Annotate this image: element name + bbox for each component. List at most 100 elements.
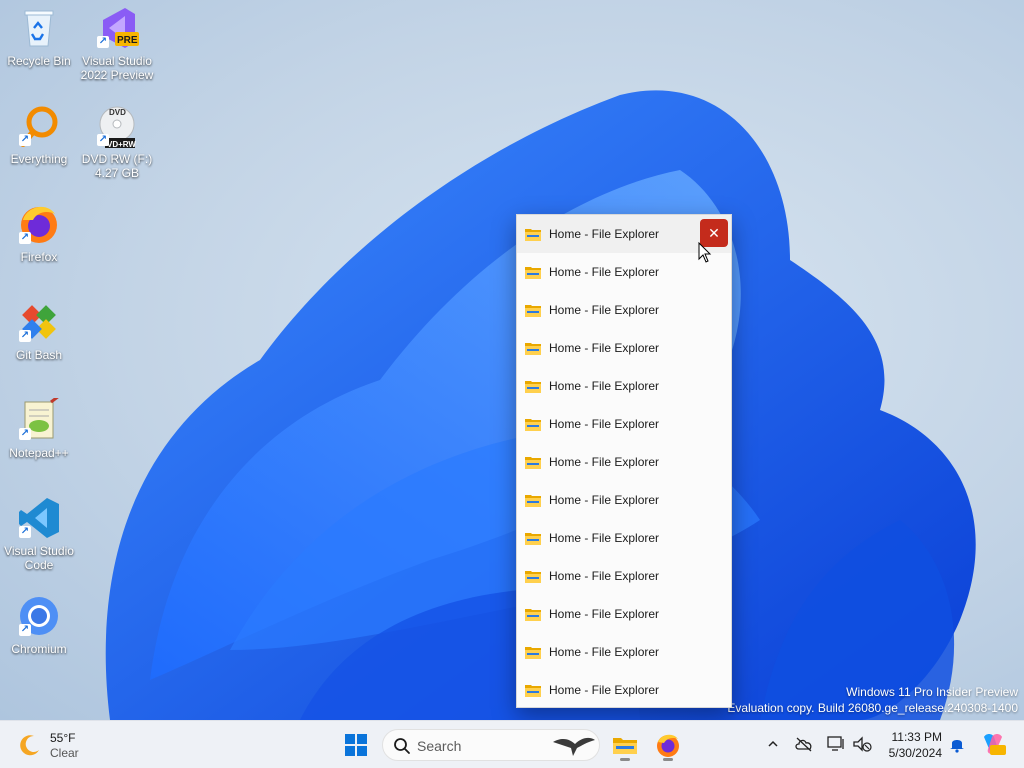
- taskbar: 55°F Clear Search 11:33 PM 5/30/2024: [0, 720, 1024, 768]
- desktop-icon-git-bash[interactable]: ↗ Git Bash: [0, 300, 78, 362]
- window-list-item[interactable]: Home - File Explorer: [517, 291, 731, 329]
- shortcut-arrow-icon: ↗: [19, 428, 31, 440]
- notification-bell-icon[interactable]: [946, 733, 968, 755]
- window-list-item[interactable]: Home - File Explorer: [517, 329, 731, 367]
- show-hidden-icons-chevron-icon[interactable]: [762, 733, 784, 755]
- pre-badge: PRE: [117, 35, 138, 46]
- window-list-item[interactable]: Home - File Explorer: [517, 595, 731, 633]
- desktop-icon-everything[interactable]: ↗ Everything: [0, 104, 78, 166]
- window-list-item-title: Home - File Explorer: [549, 303, 660, 317]
- weather-condition: Clear: [50, 746, 79, 760]
- file-explorer-folder-icon: [525, 419, 541, 431]
- file-explorer-folder-icon: [525, 647, 541, 659]
- window-list-item-title: Home - File Explorer: [549, 417, 660, 431]
- shortcut-arrow-icon: ↗: [19, 134, 31, 146]
- firefox-icon: ↗: [17, 202, 61, 246]
- desktop-icon-vscode[interactable]: ↗ Visual Studio Code: [0, 496, 78, 572]
- firefox-icon: [657, 734, 679, 757]
- taskbar-firefox-button[interactable]: [650, 727, 686, 763]
- dvd-logo-text: DVD: [109, 108, 126, 117]
- taskbar-window-list-popup: Home - File Explorer ✕ Home - File Explore…: [516, 214, 732, 708]
- volume-muted-icon[interactable]: [851, 733, 873, 755]
- window-list-item[interactable]: Home - File Explorer: [517, 367, 731, 405]
- moon-icon: [20, 735, 39, 756]
- window-list-item[interactable]: Home - File Explorer: [517, 557, 731, 595]
- everything-search-icon: ↗: [17, 104, 61, 148]
- window-list-item[interactable]: Home - File Explorer: [517, 671, 731, 709]
- shortcut-arrow-icon: ↗: [19, 232, 31, 244]
- clock-date: 5/30/2024: [888, 746, 942, 760]
- weather-temperature: 55°F: [50, 731, 76, 745]
- clock-time: 11:33 PM: [891, 730, 942, 744]
- window-list-item-title: Home - File Explorer: [549, 645, 660, 659]
- desktop-icon-firefox[interactable]: ↗ Firefox: [0, 202, 78, 264]
- shortcut-arrow-icon: ↗: [19, 526, 31, 538]
- shortcut-arrow-icon: ↗: [97, 134, 109, 146]
- watermark-line1: Windows 11 Pro Insider Preview: [846, 685, 1018, 699]
- window-list-item[interactable]: Home - File Explorer: [517, 443, 731, 481]
- file-explorer-folder-icon: [525, 533, 541, 545]
- copilot-preview-icon[interactable]: [980, 731, 1006, 757]
- start-button[interactable]: [338, 727, 374, 763]
- window-list-item-title: Home - File Explorer: [549, 455, 660, 469]
- file-explorer-folder-icon: [525, 609, 541, 621]
- vscode-icon: ↗: [17, 496, 61, 540]
- system-clock[interactable]: 11:33 PM 5/30/2024: [889, 729, 942, 761]
- git-bash-icon: ↗: [17, 300, 61, 344]
- file-explorer-folder-icon: [525, 381, 541, 393]
- windows-logo-icon: [345, 734, 367, 756]
- shortcut-arrow-icon: ↗: [19, 624, 31, 636]
- desktop-icon-visual-studio-preview[interactable]: PRE ↗ Visual Studio 2022 Preview: [78, 6, 156, 82]
- desktop-icon-label: DVD RW (F:) 4.27 GB: [81, 152, 153, 180]
- window-list-item-title: Home - File Explorer: [549, 265, 660, 279]
- dvd-drive-icon: DVD VD+RW ↗: [95, 104, 139, 149]
- window-list-item-title: Home - File Explorer: [549, 569, 660, 583]
- visual-studio-preview-icon: PRE ↗: [95, 6, 139, 50]
- running-indicator: [620, 758, 630, 761]
- desktop-icon-chromium[interactable]: ↗ Chromium: [0, 594, 78, 656]
- search-placeholder: Search: [417, 738, 462, 754]
- window-list-item-title: Home - File Explorer: [549, 607, 660, 621]
- window-list-item-title: Home - File Explorer: [549, 683, 660, 697]
- window-list-item-title: Home - File Explorer: [549, 531, 660, 545]
- window-list-item[interactable]: Home - File Explorer: [517, 633, 731, 671]
- watermark-line2: Evaluation copy. Build 26080.ge_release.…: [727, 701, 1018, 715]
- mouse-cursor-icon: [698, 242, 712, 263]
- desktop-icon-label: Visual Studio 2022 Preview: [80, 54, 154, 82]
- search-icon: [394, 738, 410, 754]
- file-explorer-folder-icon: [525, 685, 541, 697]
- window-list-item-title: Home - File Explorer: [549, 341, 660, 355]
- dvd-rw-badge: VD+RW: [107, 140, 136, 149]
- desktop-icon-notepad-plus-plus[interactable]: ↗ Notepad++: [0, 394, 78, 460]
- desktop[interactable]: Recycle Bin PRE ↗ Visual Studio 2022 Pre…: [0, 0, 1024, 720]
- desktop-icon-label: Git Bash: [15, 348, 63, 362]
- file-explorer-folder-icon: [525, 229, 541, 241]
- window-list-item-title: Home - File Explorer: [549, 379, 660, 393]
- taskbar-file-explorer-button[interactable]: [607, 727, 643, 763]
- onedrive-offline-icon[interactable]: [793, 733, 815, 755]
- network-display-icon[interactable]: [825, 733, 847, 755]
- weather-widget[interactable]: 55°F Clear: [18, 729, 98, 761]
- file-explorer-folder-icon: [525, 343, 541, 355]
- window-list-item-title: Home - File Explorer: [549, 493, 660, 507]
- taskbar-search-box[interactable]: Search: [382, 729, 600, 761]
- desktop-icon-dvd-drive[interactable]: DVD VD+RW ↗ DVD RW (F:) 4.27 GB: [78, 104, 156, 180]
- chromium-icon: ↗: [17, 594, 61, 638]
- desktop-icon-label: Everything: [10, 152, 68, 166]
- desktop-icon-label: Visual Studio Code: [4, 544, 74, 572]
- shortcut-arrow-icon: ↗: [97, 36, 109, 48]
- window-list-item[interactable]: Home - File Explorer: [517, 481, 731, 519]
- notepad-plus-plus-icon: ↗: [17, 394, 61, 442]
- search-highlight-bird-icon: [553, 737, 595, 756]
- desktop-icon-label: Notepad++: [9, 446, 69, 460]
- file-explorer-folder-icon: [525, 305, 541, 317]
- window-list-item[interactable]: Home - File Explorer: [517, 405, 731, 443]
- evaluation-watermark: Windows 11 Pro Insider Preview Evaluatio…: [727, 684, 1018, 716]
- recycle-bin-icon: [17, 6, 61, 50]
- file-explorer-folder-icon: [525, 267, 541, 279]
- file-explorer-folder-icon: [525, 495, 541, 507]
- desktop-icon-recycle-bin[interactable]: Recycle Bin: [0, 6, 78, 68]
- shortcut-arrow-icon: ↗: [19, 330, 31, 342]
- window-list-item[interactable]: Home - File Explorer: [517, 519, 731, 557]
- desktop-icon-label: Chromium: [11, 642, 67, 656]
